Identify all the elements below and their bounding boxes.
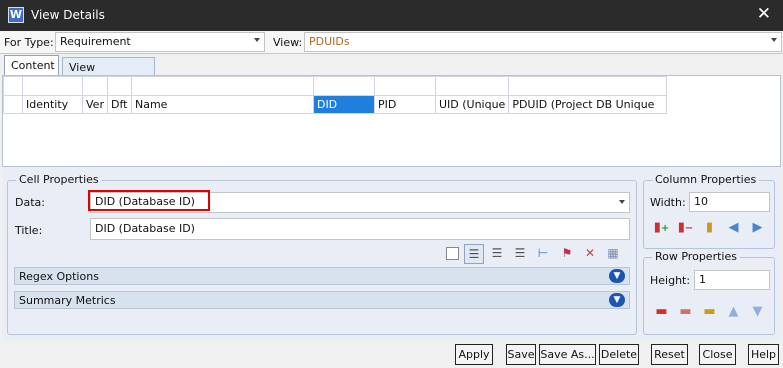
height-value: 1 [699,273,706,286]
chevron-down-icon [619,200,625,204]
properties-panel: Cell Properties Data: DID (Database ID) … [2,167,781,340]
width-field[interactable]: 10 [689,192,770,212]
grid-cell[interactable]: PID [373,95,436,114]
move-down-icon[interactable]: ▼ [748,302,767,321]
width-value: 10 [694,195,708,208]
for-type-select[interactable]: Requirement [55,32,265,52]
for-type-value: Requirement [60,35,131,48]
column-handle[interactable] [82,76,108,96]
title-value: DID (Database ID) [95,222,195,235]
insert-before-icon[interactable]: ⊢ [533,244,553,264]
tab-content[interactable]: Content [4,55,59,76]
move-right-icon[interactable]: ▶ [748,218,767,237]
save-button[interactable]: Save [506,344,536,365]
grid-icon[interactable]: ▦ [603,244,623,264]
close-icon[interactable]: ✕ [757,5,771,23]
height-label: Height: [650,274,691,287]
cell-properties-group: Cell Properties Data: DID (Database ID) … [7,173,637,335]
view-value: PDUIDs [309,35,350,48]
grid-cell[interactable]: Identity [22,95,83,114]
title-field[interactable]: DID (Database ID) [90,218,630,240]
align-center-icon[interactable]: ☰ [487,244,507,264]
column-handle[interactable] [106,76,132,96]
help-button[interactable]: Help [748,344,779,365]
reset-button[interactable]: Reset [651,344,688,365]
row-properties-title: Row Properties [652,250,740,263]
highlight-box [88,190,210,211]
column-handle[interactable] [434,76,510,96]
remove-row-icon[interactable]: ▬ [676,302,695,321]
regex-options-label: Regex Options [19,270,99,283]
columns-grid[interactable]: Identity Ver Dft Name DID PID UID (Uniqu… [2,75,781,167]
flag-icon[interactable]: ⚑ [557,244,577,264]
delete-button[interactable]: Delete [599,344,639,365]
grid-header-row [3,76,668,96]
row-header [3,95,23,114]
title-bar: W View Details ✕ [0,0,783,31]
add-row-icon[interactable]: ▬ [652,302,671,321]
cell-properties-title: Cell Properties [16,173,102,186]
column-handle[interactable] [130,76,314,96]
grid-cell[interactable]: PDUID (Project DB Unique [508,95,668,114]
grid-cell-selected[interactable]: DID [312,95,375,114]
grid-cell[interactable]: Name [130,95,314,114]
type-view-bar: For Type: Requirement View: PDUIDs [0,31,783,54]
move-left-icon[interactable]: ◀ [724,218,743,237]
remove-column-icon[interactable]: ▮− [676,218,695,237]
grid-table: Identity Ver Dft Name DID PID UID (Uniqu… [3,76,668,114]
row-settings-icon[interactable]: ▬ [700,302,719,321]
data-label: Data: [15,196,45,209]
apply-button[interactable]: Apply [455,344,493,365]
for-type-label: For Type: [4,36,54,49]
chevron-down-icon [254,38,260,42]
column-properties-group: Column Properties Width: 10 ▮+ ▮− ▮ ◀ ▶ [643,173,775,249]
chevron-down-icon: ▼ [609,293,625,307]
column-handle-selected[interactable] [312,76,375,96]
grid-cell[interactable]: Ver [82,95,108,114]
height-field[interactable]: 1 [694,270,770,290]
tab-view-properties[interactable]: View Properties [62,57,155,87]
title-label: Title: [15,224,43,237]
summary-metrics-expander[interactable]: Summary Metrics ▼ [14,291,630,309]
grid-cell[interactable]: UID (Unique [434,95,510,114]
column-handle[interactable] [508,76,668,96]
row-header-corner [3,76,23,96]
view-label: View: [273,36,303,49]
view-select[interactable]: PDUIDs [304,32,782,52]
dialog-button-bar: Apply Save Save As... Delete Reset Close… [0,340,783,368]
regex-options-expander[interactable]: Regex Options ▼ [14,267,630,285]
tab-content-label: Content [11,59,55,72]
row-properties-group: Row Properties Height: 1 ▬ ▬ ▬ ▲ ▼ [643,250,775,335]
column-handle[interactable] [373,76,436,96]
align-right-icon[interactable]: ☰ [510,244,530,264]
add-column-icon[interactable]: ▮+ [652,218,671,237]
clear-format-icon[interactable]: ✕ [580,244,600,264]
chevron-down-icon: ▼ [609,269,625,283]
grid-cell[interactable]: Dft [106,95,132,114]
column-settings-icon[interactable]: ▮ [700,218,719,237]
align-left-icon[interactable]: ☰ [464,244,484,264]
summary-metrics-label: Summary Metrics [19,294,116,307]
column-handle[interactable] [22,76,83,96]
color-swatch-icon[interactable] [442,244,462,264]
chevron-down-icon [771,38,777,42]
save-as-button[interactable]: Save As... [539,344,596,365]
column-properties-title: Column Properties [652,173,760,186]
app-icon: W [8,7,24,23]
close-button[interactable]: Close [699,344,736,365]
window-title: View Details [31,8,105,22]
grid-column-row: Identity Ver Dft Name DID PID UID (Uniqu… [3,95,668,114]
move-up-icon[interactable]: ▲ [724,302,743,321]
width-label: Width: [650,196,686,209]
